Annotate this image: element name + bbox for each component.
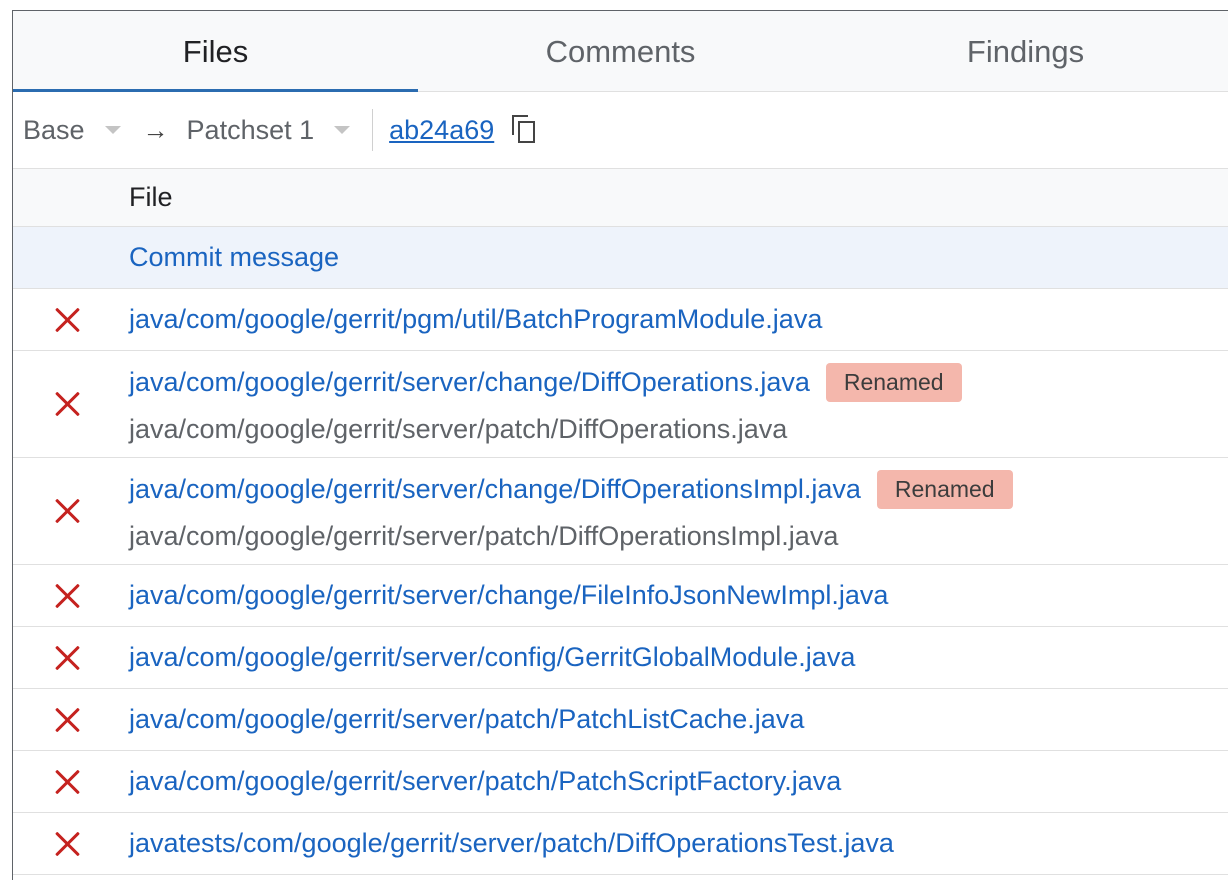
- divider: [372, 109, 374, 151]
- arrow-right-icon: →: [142, 114, 169, 145]
- file-path-link[interactable]: java/com/google/gerrit/server/change/Dif…: [129, 474, 861, 505]
- file-row[interactable]: java/com/google/gerrit/server/patch/Patc…: [13, 751, 1228, 813]
- change-files-panel: Files Comments Findings Base → Patchset …: [12, 10, 1228, 880]
- file-row[interactable]: java/com/google/gerrit/server/change/Dif…: [13, 458, 1228, 565]
- file-row[interactable]: java/com/google/gerrit/server/change/Fil…: [13, 565, 1228, 627]
- file-path-link[interactable]: java/com/google/gerrit/server/config/Ger…: [129, 642, 855, 673]
- file-path-link[interactable]: java/com/google/gerrit/server/change/Fil…: [129, 580, 888, 611]
- tab-files[interactable]: Files: [13, 11, 418, 92]
- deleted-x-icon: [55, 307, 81, 333]
- target-patchset-dropdown[interactable]: Patchset 1: [187, 115, 371, 146]
- file-row[interactable]: java/com/google/gerrit/server/config/Ger…: [13, 627, 1228, 689]
- file-status: [13, 645, 129, 671]
- target-patchset-label: Patchset 1: [186, 114, 315, 145]
- deleted-x-icon: [55, 831, 81, 857]
- file-status: [13, 498, 129, 524]
- file-path-link[interactable]: java/com/google/gerrit/pgm/util/BatchPro…: [129, 304, 822, 335]
- commit-message-row[interactable]: Commit message: [13, 227, 1228, 289]
- copy-icon[interactable]: [512, 115, 538, 145]
- file-row[interactable]: java/com/google/gerrit/server/change/Dif…: [13, 351, 1228, 458]
- file-path-link[interactable]: java/com/google/gerrit/server/patch/Patc…: [129, 766, 841, 797]
- patchset-selector-bar: Base → Patchset 1 ab24a69: [13, 92, 1228, 169]
- deleted-x-icon: [55, 583, 81, 609]
- deleted-x-icon: [55, 707, 81, 733]
- file-path-link[interactable]: java/com/google/gerrit/server/change/Dif…: [129, 367, 810, 398]
- commit-message-link[interactable]: Commit message: [129, 242, 339, 273]
- renamed-badge: Renamed: [825, 363, 962, 402]
- renamed-badge: Renamed: [876, 470, 1013, 509]
- base-patchset-label: Base: [23, 114, 85, 145]
- deleted-x-icon: [55, 498, 81, 524]
- file-table-header: File: [13, 169, 1228, 227]
- tab-findings[interactable]: Findings: [823, 11, 1228, 91]
- file-status: [13, 583, 129, 609]
- old-file-path: java/com/google/gerrit/server/patch/Diff…: [129, 521, 839, 551]
- file-status: [13, 391, 129, 417]
- deleted-x-icon: [55, 645, 81, 671]
- file-row[interactable]: java/com/google/gerrit/pgm/util/BatchPro…: [13, 289, 1228, 351]
- deleted-x-icon: [55, 391, 81, 417]
- tab-bar: Files Comments Findings: [13, 11, 1228, 92]
- file-status: [13, 831, 129, 857]
- commit-sha-link[interactable]: ab24a69: [389, 115, 494, 146]
- file-path-link[interactable]: java/com/google/gerrit/server/patch/Patc…: [129, 704, 804, 735]
- file-row[interactable]: java/com/google/gerrit/server/patch/Patc…: [13, 689, 1228, 751]
- old-file-path: java/com/google/gerrit/server/patch/Diff…: [129, 414, 788, 444]
- file-status: [13, 769, 129, 795]
- file-status: [13, 307, 129, 333]
- file-status: [13, 707, 129, 733]
- file-row[interactable]: javatests/com/google/gerrit/server/patch…: [13, 813, 1228, 875]
- tab-comments[interactable]: Comments: [418, 11, 823, 91]
- chevron-down-icon: [104, 126, 121, 134]
- base-patchset-dropdown[interactable]: Base: [23, 115, 141, 146]
- deleted-x-icon: [55, 769, 81, 795]
- file-path-link[interactable]: javatests/com/google/gerrit/server/patch…: [129, 828, 894, 859]
- file-column-header: File: [129, 182, 173, 212]
- chevron-down-icon: [334, 126, 351, 134]
